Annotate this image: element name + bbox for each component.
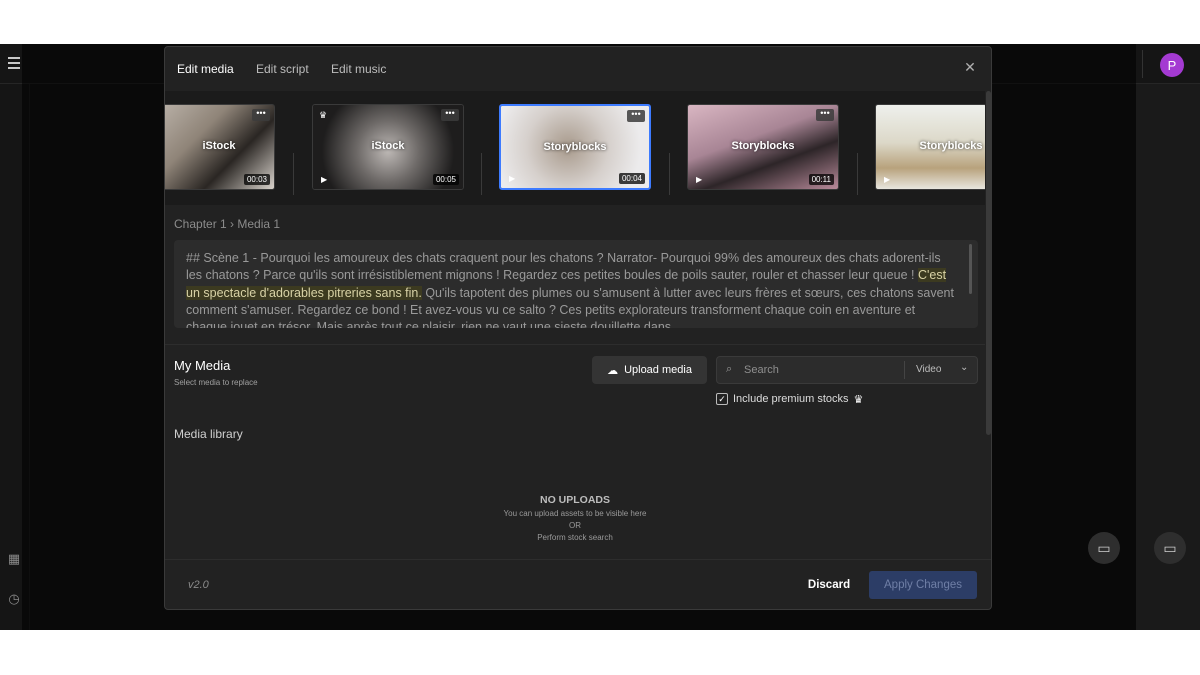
duration-badge: 00:04 [618,173,645,184]
cloud-upload-icon: ☁ [607,364,619,377]
more-options-icon[interactable]: ••• [252,109,270,121]
media-strip: iStock ••• 00:03 ♛ iStock ••• ▶ 00:05 St… [165,91,985,205]
more-options-icon[interactable]: ••• [816,109,834,121]
media-thumbnail-selected[interactable]: Storyblocks ••• ▶ 00:04 [499,104,651,190]
discard-button[interactable]: Discard [798,571,860,599]
divider [857,153,858,195]
search-input[interactable] [744,362,894,378]
play-icon[interactable]: ▶ [696,175,702,184]
crown-icon: ♛ [319,110,328,120]
chat-bubble-icon[interactable]: ▭ [1088,532,1120,564]
premium-checkbox[interactable]: ✓ [716,393,728,405]
version-label: v2.0 [188,579,209,591]
duration-badge: 00:11 [808,174,834,185]
empty-line: You can upload assets to be visible here [503,509,647,518]
media-thumbnail[interactable]: ♛ iStock ••• ▶ 00:05 [312,104,464,190]
crown-icon: ♛ [853,393,864,406]
play-icon[interactable]: ▶ [509,174,515,183]
chevron-down-icon[interactable]: ⌄ [960,362,968,373]
empty-or: OR [569,521,581,530]
media-type-select[interactable]: Video [916,364,941,375]
divider [481,153,482,195]
divider [165,559,991,560]
tab-edit-script[interactable]: Edit script [256,62,309,76]
media-library-title: Media library [174,427,243,441]
tab-edit-media[interactable]: Edit media [177,62,234,76]
my-media-title: My Media [174,358,231,373]
hamburger-icon[interactable] [8,57,20,69]
right-panel: ▭ [1136,84,1200,630]
divider [293,153,294,195]
media-thumbnail[interactable]: Storyblocks ••• ▶ 00:11 [687,104,839,190]
empty-line: Perform stock search [537,533,613,542]
apply-changes-button[interactable]: Apply Changes [869,571,977,599]
chat-bubble-icon[interactable]: ▭ [1154,532,1186,564]
more-options-icon[interactable]: ••• [627,110,645,122]
empty-title: NO UPLOADS [539,494,610,506]
clock-icon[interactable]: ◷ [7,592,21,606]
empty-state: NO UPLOADS You can upload assets to be v… [425,494,725,542]
avatar[interactable]: P [1160,53,1184,77]
duration-badge: 00:03 [243,174,270,185]
grid-icon[interactable]: ▦ [7,552,21,566]
divider [165,344,985,345]
divider [1142,50,1143,78]
script-preview[interactable]: ## Scène 1 - Pourquoi les amoureux des c… [174,240,978,328]
play-icon[interactable]: ▶ [321,175,327,184]
play-icon[interactable]: ▶ [884,175,890,184]
media-thumbnail[interactable]: iStock ••• 00:03 [165,104,275,190]
my-media-subtitle: Select media to replace [174,378,258,387]
tab-edit-music[interactable]: Edit music [331,62,386,76]
search-bar: ⌕ Video ⌄ [716,356,978,384]
more-options-icon[interactable]: ••• [441,109,459,121]
search-icon: ⌕ [726,363,733,375]
divider [669,153,670,195]
upload-media-button[interactable]: ☁ Upload media [592,356,707,384]
scrollbar[interactable] [969,244,972,294]
edit-media-modal: Edit media Edit script Edit music ✕ iSto… [164,46,992,610]
scrollbar[interactable] [986,91,991,435]
premium-stocks-toggle[interactable]: ✓ Include premium stocks ♛ [716,392,863,406]
breadcrumb: Chapter 1 › Media 1 [174,217,281,231]
divider [904,361,905,379]
script-text: ## Scène 1 - Pourquoi les amoureux des c… [186,251,954,328]
premium-label: Include premium stocks [733,393,849,405]
duration-badge: 00:05 [432,174,459,185]
modal-tabs: Edit media Edit script Edit music ✕ [165,47,991,91]
media-thumbnail[interactable]: Storyblocks ▶ [875,104,985,190]
close-icon[interactable]: ✕ [963,60,977,74]
